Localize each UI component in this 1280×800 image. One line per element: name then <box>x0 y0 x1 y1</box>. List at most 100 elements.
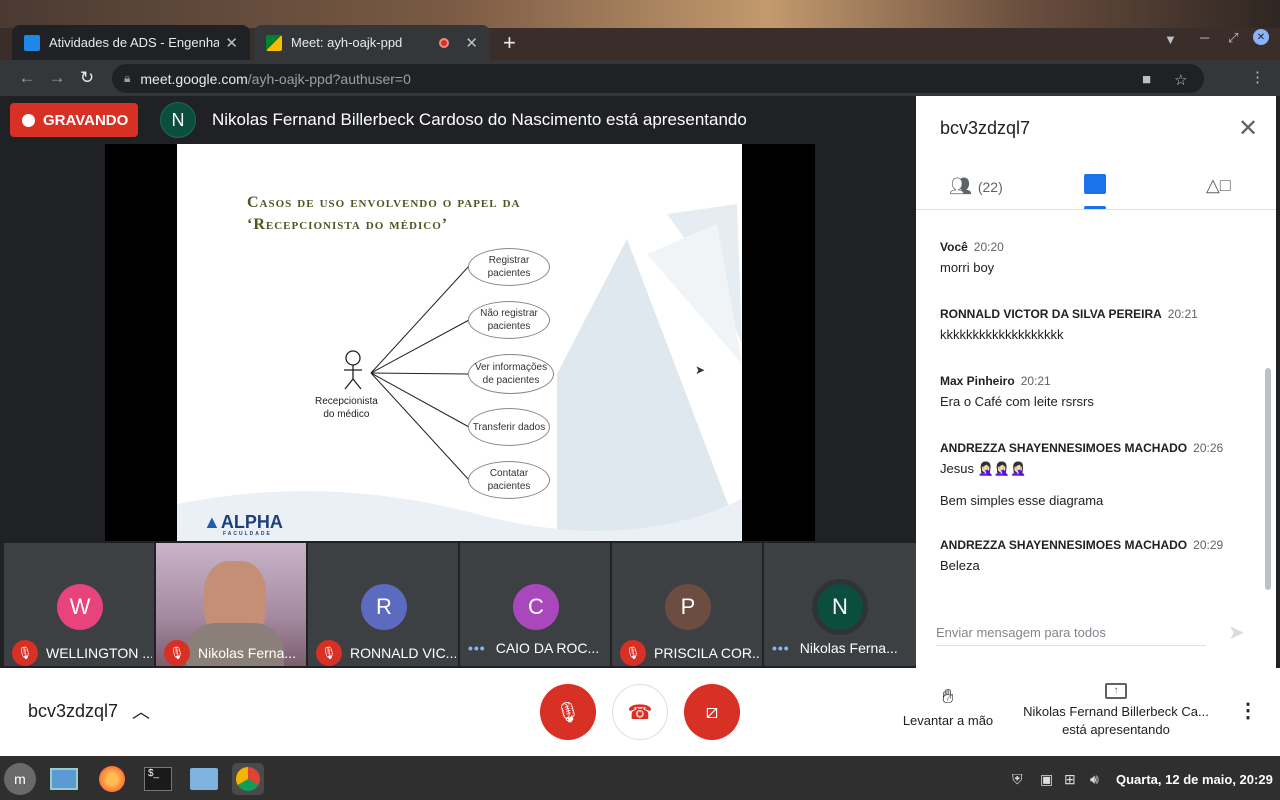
message-sender: Max Pinheiro <box>940 374 1015 388</box>
use-case-label: Registrar <box>488 255 530 266</box>
participant-avatar: R <box>361 584 407 630</box>
use-case-label: pacientes <box>487 268 531 279</box>
use-case-contatar: Contatar pacientes <box>468 461 550 499</box>
hang-up-icon: ☎︎ <box>627 701 653 724</box>
chevron-up-icon[interactable]: ︿ <box>132 698 150 724</box>
new-tab-button[interactable]: + <box>503 30 516 56</box>
participant-avatar: W <box>57 584 103 630</box>
chat-scrollbar[interactable] <box>1265 368 1271 590</box>
audio-level-icon: ••• <box>468 640 486 656</box>
use-case-label: Contatar <box>489 468 529 479</box>
activities-icon[interactable]: △□ <box>1206 175 1231 196</box>
shield-icon[interactable]: ⛨ <box>1012 771 1023 788</box>
use-case-label: Ver informações <box>474 362 548 373</box>
tab-title: Atividades de ADS - Engenhar <box>49 35 220 50</box>
chat-input[interactable]: Enviar mensagem para todos <box>936 616 1206 646</box>
mic-off-icon: 🎙︎ <box>316 640 342 666</box>
presenting-status: está apresentando <box>1062 722 1170 737</box>
forward-icon[interactable]: → <box>42 68 72 88</box>
tab-people[interactable]: 👥︎ (22) <box>949 176 1003 197</box>
message-text: Jesus 🤦🏻‍♀️🤦🏻‍♀️🤦🏻‍♀️ <box>940 461 1027 476</box>
use-case-nao-registrar: Não registrar pacientes <box>468 301 550 339</box>
send-icon[interactable]: ➤ <box>1228 620 1245 645</box>
use-case-label: pacientes <box>487 321 531 332</box>
use-case-registrar: Registrar pacientes <box>468 248 550 286</box>
mic-off-icon: 🎙︎ <box>620 640 646 666</box>
use-case-label: pacientes <box>487 481 531 492</box>
panel-tabs: 👥︎ (22) △□ <box>916 164 1276 210</box>
network-icon[interactable]: ⊞ <box>1064 771 1076 788</box>
participant-tile[interactable]: R 🎙︎ RONNALD VIC... <box>308 543 458 666</box>
tab-classroom[interactable]: Atividades de ADS - Engenhar ✕ <box>12 25 250 60</box>
tab-search-icon[interactable]: ▼ <box>1164 32 1177 47</box>
side-panel: bcv3zdzql7 ✕ 👥︎ (22) △□ Você 20:20 morri bo… <box>916 96 1276 668</box>
camera-icon[interactable]: ■ <box>1142 71 1151 88</box>
message-sender: ANDREZZA SHAYENNESIMOES MACHADO <box>940 441 1188 455</box>
minimize-icon[interactable]: ─ <box>1200 30 1209 45</box>
chrome-menu-icon[interactable]: ⋮ <box>1250 68 1265 86</box>
tab-title: Meet: ayh-oajk-ppd <box>291 35 403 50</box>
shared-screen: Casos de uso envolvendo o papel da ‘Rece… <box>105 144 815 541</box>
clipboard-icon[interactable]: ▣ <box>1040 771 1053 788</box>
mic-toggle-button[interactable]: 🎙︎ <box>540 684 596 740</box>
classroom-icon <box>24 34 40 51</box>
close-icon[interactable]: ✕ <box>1238 114 1258 143</box>
leave-call-button[interactable]: ☎︎ <box>612 684 668 740</box>
chat-message: Você 20:20 morri boy <box>940 239 1004 275</box>
window-close-icon[interactable]: ✕ <box>1253 29 1269 45</box>
files-icon[interactable] <box>188 763 220 795</box>
active-tab-indicator <box>1084 206 1106 209</box>
participant-name: CAIO DA ROC... <box>495 640 600 656</box>
terminal-icon[interactable]: $_ <box>142 763 174 795</box>
mouse-cursor-icon: ➤ <box>695 363 706 377</box>
firefox-icon[interactable] <box>96 763 128 795</box>
participant-tile[interactable]: N ••• Nikolas Ferna... <box>764 543 916 666</box>
participant-name: WELLINGTON ... <box>46 645 152 661</box>
audio-level-icon: ••• <box>772 640 790 656</box>
logo-text: ALPHA <box>220 512 283 532</box>
participant-avatar: P <box>665 584 711 630</box>
lock-icon: 🔒︎ <box>124 71 131 85</box>
close-icon[interactable]: ✕ <box>465 34 478 52</box>
slide: Casos de uso envolvendo o papel da ‘Rece… <box>177 144 742 541</box>
tab-meet[interactable]: Meet: ayh-oajk-ppd ✕ <box>254 25 490 60</box>
presentation-stage: GRAVANDO N Nikolas Fernand Billerbeck Ca… <box>0 96 916 668</box>
raise-hand-button[interactable]: ✋︎ Levantar a mão <box>900 686 996 728</box>
camera-toggle-button[interactable]: ⧄ <box>684 684 740 740</box>
clock[interactable]: Quarta, 12 de maio, 20:29 <box>1116 772 1273 787</box>
close-icon[interactable]: ✕ <box>225 34 238 52</box>
participant-tile[interactable]: W 🎙︎ WELLINGTON ... <box>4 543 154 666</box>
volume-icon[interactable]: 🔊︎ <box>1090 771 1099 788</box>
bookmark-star-icon[interactable]: ☆ <box>1174 71 1187 89</box>
participant-tile[interactable]: C ••• CAIO DA ROC... <box>460 543 610 666</box>
use-case-label: Transferir dados <box>472 421 546 433</box>
alpha-logo: ▲ALPHA FACULDADE <box>203 512 283 537</box>
message-sender: ANDREZZA SHAYENNESIMOES MACHADO <box>940 538 1188 552</box>
maximize-icon[interactable]: ⤢ <box>1228 30 1238 46</box>
use-case-transferir: Transferir dados <box>468 408 550 446</box>
message-text: Bem simples esse diagrama <box>940 493 1104 508</box>
desktop-icon[interactable] <box>48 763 80 795</box>
participant-tile[interactable]: P 🎙︎ PRISCILA COR... <box>612 543 762 666</box>
camera-off-icon: ⧄ <box>705 700 719 723</box>
participant-avatar: N <box>817 584 863 630</box>
address-bar[interactable]: 🔒︎ meet.google.com/ayh-oajk-ppd?authuser… <box>112 64 1204 93</box>
recording-indicator-icon <box>439 37 450 48</box>
participant-tile-video[interactable]: 🎙︎ Nikolas Ferna... <box>156 543 306 666</box>
reload-icon[interactable]: ↻ <box>72 68 102 88</box>
back-icon[interactable]: ← <box>12 68 42 88</box>
message-text: Beleza <box>940 558 980 573</box>
chat-icon[interactable] <box>1084 174 1106 194</box>
more-options-icon[interactable]: ⋮ <box>1238 698 1258 723</box>
participant-avatar: C <box>513 584 559 630</box>
raise-hand-label: Levantar a mão <box>902 713 994 728</box>
slide-title-line1: Casos de uso envolvendo o papel da <box>247 194 521 211</box>
message-time: 20:21 <box>1020 374 1051 388</box>
participant-name: RONNALD VIC... <box>350 645 456 661</box>
presenting-button[interactable]: ↑ Nikolas Fernand Billerbeck Ca... está ap… <box>1016 680 1216 739</box>
chrome-icon[interactable] <box>232 763 264 795</box>
meeting-details-label[interactable]: bcv3zdzql7 <box>28 701 118 722</box>
people-count: (22) <box>977 178 1003 195</box>
mint-menu-icon[interactable]: m <box>4 763 36 795</box>
meet-icon <box>266 34 282 51</box>
